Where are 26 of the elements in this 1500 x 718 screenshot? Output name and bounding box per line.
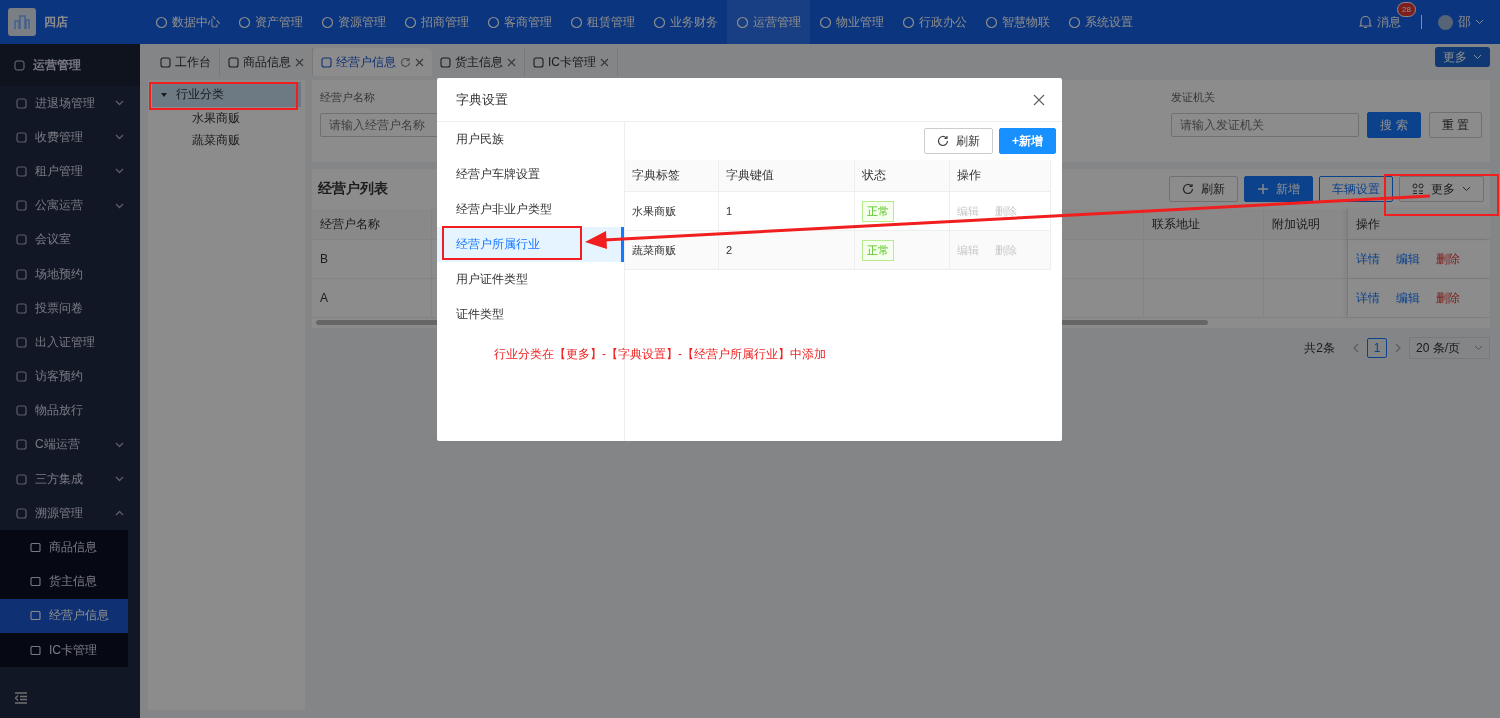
store-name: 四店 — [44, 13, 69, 31]
table-cell: 水果商贩 — [625, 192, 719, 230]
column-header: 附加说明 — [1264, 209, 1348, 239]
sidebar-title-text: 运营管理 — [33, 56, 81, 74]
table-cell: 1 — [719, 192, 855, 230]
total-count: 共2条 — [1304, 339, 1335, 357]
tree-node-label: 行业分类 — [176, 86, 224, 103]
column-header: 操作 — [1348, 209, 1490, 239]
table-cell: 蔬菜商贩 — [625, 231, 719, 269]
field-label: 经营户名称 — [320, 90, 375, 105]
column-header: 联系地址 — [1144, 209, 1264, 239]
table-cell: B — [312, 240, 432, 278]
column-header: 经营户名称 — [312, 209, 432, 239]
column-header: 操作 — [950, 160, 1051, 191]
status-tag: 正常 — [862, 239, 894, 261]
annotation-text: 行业分类在【更多】-【字典设置】-【经营户所属行业】中添加 — [494, 346, 826, 363]
dialog-title: 字典设置 — [456, 90, 508, 109]
column-header: 字典标签 — [625, 160, 719, 191]
field-label: 发证机关 — [1171, 90, 1216, 105]
list-title: 经营户列表 — [318, 180, 388, 198]
notification-badge: 28 — [1397, 2, 1416, 17]
column-header: 字典键值 — [719, 160, 855, 191]
table-cell: 2 — [719, 231, 855, 269]
status-tag: 正常 — [862, 200, 894, 222]
table-cell: A — [312, 279, 432, 317]
column-header: 状态 — [855, 160, 950, 191]
